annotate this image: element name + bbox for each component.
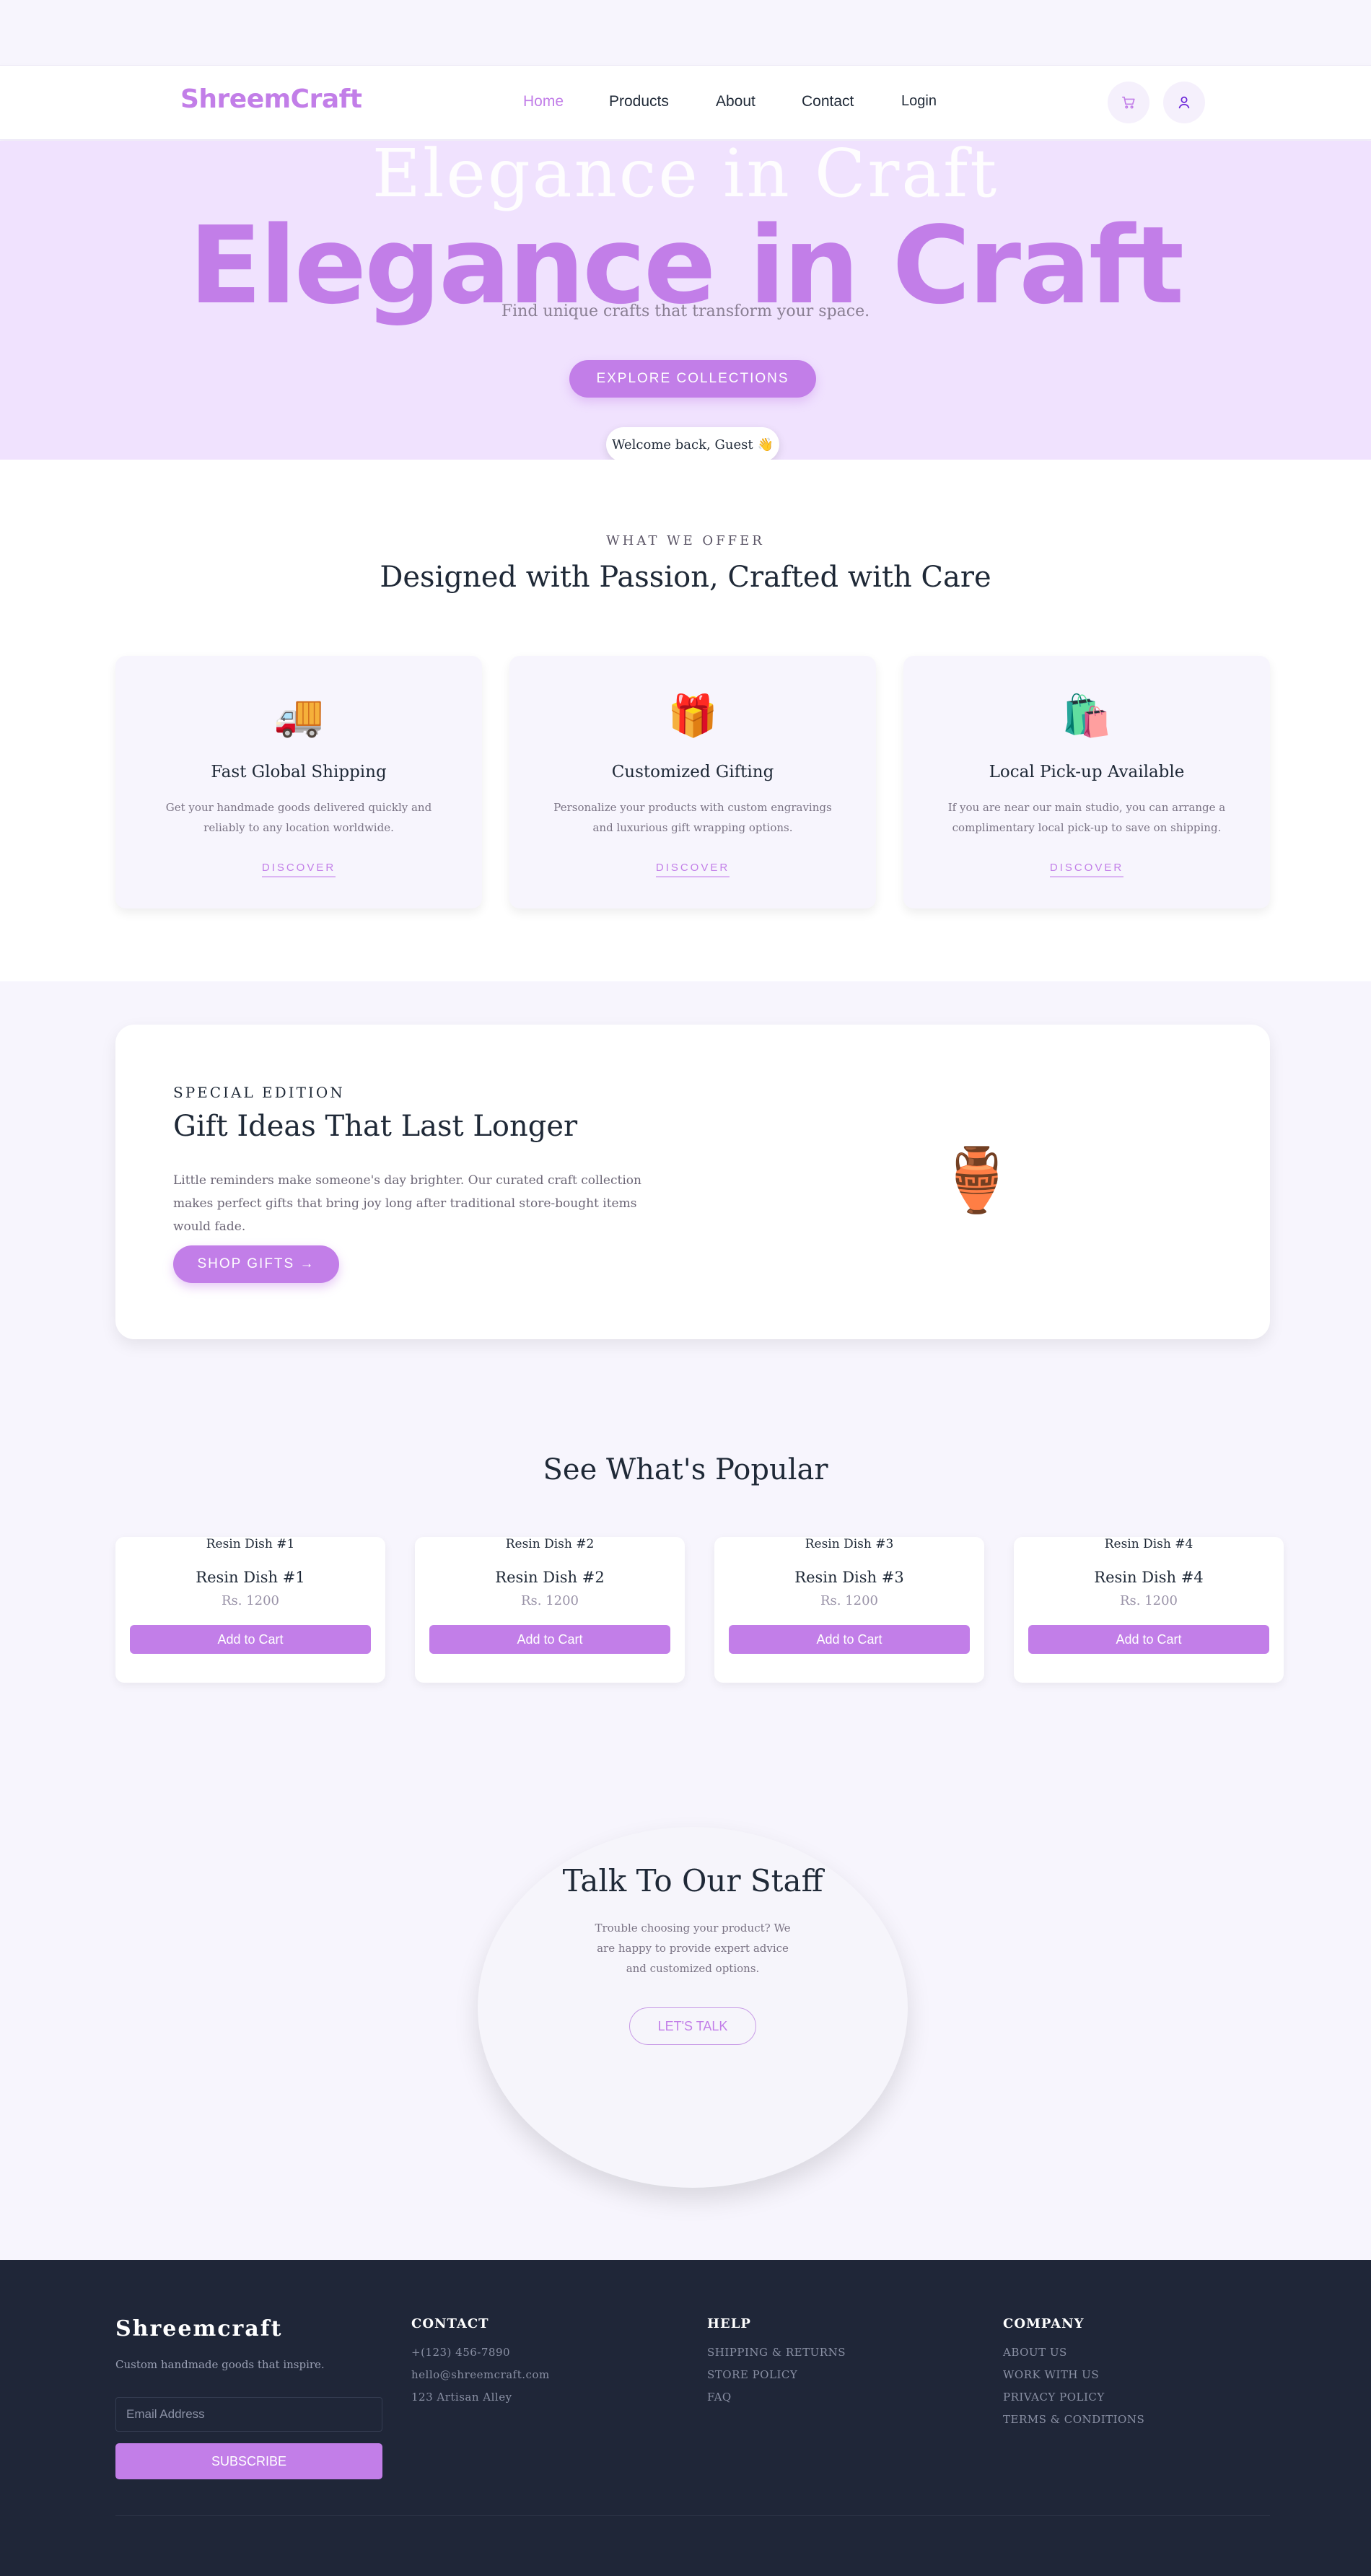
nav-contact[interactable]: Contact	[802, 93, 854, 110]
offer-section: WHAT WE OFFER Designed with Passion, Cra…	[0, 460, 1371, 981]
page: ShreemCraft Home Products About Contact …	[0, 0, 1371, 2576]
footer-link-faq[interactable]: FAQ	[707, 2386, 846, 2409]
feature-title: Fast Global Shipping	[211, 763, 387, 781]
hero-ghost-title: Elegance in Craft	[372, 135, 999, 212]
footer-link-privacy[interactable]: PRIVACY POLICY	[1003, 2386, 1144, 2409]
account-button[interactable]	[1163, 82, 1205, 123]
shopping-bags-icon: 🛍️	[1061, 693, 1112, 740]
product-price: Rs. 1200	[820, 1593, 879, 1608]
product-image[interactable]: Resin Dish #2	[415, 1537, 685, 1551]
footer-email[interactable]: hello@shreemcraft.com	[411, 2364, 550, 2386]
footer-address: 123 Artisan Alley	[411, 2391, 512, 2404]
talk-title: Talk To Our Staff	[562, 1863, 823, 1898]
nav-home[interactable]: Home	[523, 93, 564, 110]
hero-subtitle: Find unique crafts that transform your s…	[501, 302, 870, 320]
product-card: Resin Dish #2 Resin Dish #2 Rs. 1200 Add…	[415, 1537, 685, 1683]
gift-icon: 🎁	[667, 693, 718, 740]
explore-collections-button[interactable]: EXPLORE COLLECTIONS	[569, 360, 816, 398]
nav-products[interactable]: Products	[609, 93, 669, 110]
nav-about[interactable]: About	[716, 93, 755, 110]
feature-text: Get your handmade goods delivered quickl…	[165, 801, 432, 834]
welcome-text: Welcome back, Guest	[611, 437, 753, 452]
feature-text: Personalize your products with custom en…	[553, 801, 832, 834]
add-to-cart-button[interactable]: Add to Cart	[729, 1625, 970, 1654]
product-price: Rs. 1200	[520, 1593, 579, 1608]
discover-link[interactable]: DISCOVER	[655, 862, 730, 877]
vase-icon: 🏺	[938, 1144, 1016, 1217]
feature-card-shipping: 🚚 Fast Global Shipping Get your handmade…	[115, 656, 482, 908]
lets-talk-button[interactable]: LET'S TALK	[629, 2007, 756, 2045]
footer-brand: Shreemcraft	[115, 2316, 283, 2341]
product-card: Resin Dish #4 Resin Dish #4 Rs. 1200 Add…	[1014, 1537, 1284, 1683]
user-icon	[1178, 96, 1190, 109]
offer-eyebrow: WHAT WE OFFER	[606, 533, 765, 548]
popular-title: See What's Popular	[543, 1453, 828, 1486]
special-eyebrow: SPECIAL EDITION	[173, 1084, 345, 1101]
site-footer: Shreemcraft Custom handmade goods that i…	[0, 2260, 1371, 2576]
footer-column-heading: HELP	[707, 2316, 751, 2331]
subscribe-button[interactable]: SUBSCRIBE	[115, 2443, 382, 2479]
shop-gifts-button[interactable]: SHOP GIFTS →	[173, 1245, 339, 1283]
footer-link-terms[interactable]: TERMS & CONDITIONS	[1003, 2409, 1144, 2431]
footer-column-heading: CONTACT	[411, 2316, 489, 2331]
discover-link[interactable]: DISCOVER	[1049, 862, 1124, 877]
footer-phone[interactable]: +(123) 456-7890	[411, 2341, 550, 2364]
product-price: Rs. 1200	[1119, 1593, 1178, 1608]
discover-link[interactable]: DISCOVER	[261, 862, 336, 877]
nav-login[interactable]: Login	[901, 93, 937, 110]
add-to-cart-button[interactable]: Add to Cart	[130, 1625, 371, 1654]
footer-company-column: COMPANY ABOUT US WORK WITH US PRIVACY PO…	[1003, 2316, 1144, 2431]
offer-title: Designed with Passion, Crafted with Care	[380, 561, 991, 594]
site-header: ShreemCraft Home Products About Contact …	[0, 65, 1371, 140]
talk-text: Trouble choosing your product? We are ha…	[595, 1922, 791, 1975]
add-to-cart-button[interactable]: Add to Cart	[429, 1625, 670, 1654]
footer-contact-column: CONTACT +(123) 456-7890 hello@shreemcraf…	[411, 2316, 550, 2409]
product-card: Resin Dish #3 Resin Dish #3 Rs. 1200 Add…	[714, 1537, 984, 1683]
footer-link-work[interactable]: WORK WITH US	[1003, 2364, 1144, 2386]
hero-section: Elegance in Craft Elegance in Craft Find…	[0, 135, 1371, 462]
talk-to-staff-section: Talk To Our Staff Trouble choosing your …	[478, 1827, 908, 2188]
product-name: Resin Dish #1	[196, 1569, 305, 1586]
product-image[interactable]: Resin Dish #4	[1014, 1537, 1284, 1551]
cart-button[interactable]	[1108, 82, 1149, 123]
footer-link-shipping[interactable]: SHIPPING & RETURNS	[707, 2341, 846, 2364]
product-card: Resin Dish #1 Resin Dish #1 Rs. 1200 Add…	[115, 1537, 385, 1683]
product-name: Resin Dish #2	[495, 1569, 605, 1586]
footer-column-heading: COMPANY	[1003, 2316, 1085, 2331]
special-title: Gift Ideas That Last Longer	[173, 1110, 578, 1143]
footer-tagline: Custom handmade goods that inspire.	[115, 2358, 325, 2371]
add-to-cart-button[interactable]: Add to Cart	[1028, 1625, 1269, 1654]
product-name: Resin Dish #3	[794, 1569, 904, 1586]
feature-text: If you are near our main studio, you can…	[947, 801, 1226, 834]
product-name: Resin Dish #4	[1094, 1569, 1204, 1586]
product-image[interactable]: Resin Dish #1	[115, 1537, 385, 1551]
feature-title: Local Pick-up Available	[989, 763, 1185, 781]
product-price: Rs. 1200	[221, 1593, 280, 1608]
footer-help-column: HELP SHIPPING & RETURNS STORE POLICY FAQ	[707, 2316, 846, 2409]
newsletter-email-input[interactable]	[115, 2397, 382, 2432]
footer-divider	[115, 2515, 1270, 2516]
welcome-badge: Welcome back, Guest 👋	[606, 427, 779, 462]
cart-icon	[1121, 96, 1135, 109]
waving-hand-icon: 👋	[757, 437, 774, 452]
feature-card-gifting: 🎁 Customized Gifting Personalize your pr…	[509, 656, 876, 908]
special-edition-card: SPECIAL EDITION Gift Ideas That Last Lon…	[115, 1025, 1270, 1339]
product-image[interactable]: Resin Dish #3	[714, 1537, 984, 1551]
truck-icon: 🚚	[273, 693, 324, 740]
special-text: Little reminders make someone's day brig…	[173, 1173, 641, 1234]
feature-title: Customized Gifting	[611, 763, 774, 781]
footer-link-store-policy[interactable]: STORE POLICY	[707, 2364, 846, 2386]
feature-card-pickup: 🛍️ Local Pick-up Available If you are ne…	[903, 656, 1270, 908]
footer-link-about[interactable]: ABOUT US	[1003, 2341, 1144, 2364]
